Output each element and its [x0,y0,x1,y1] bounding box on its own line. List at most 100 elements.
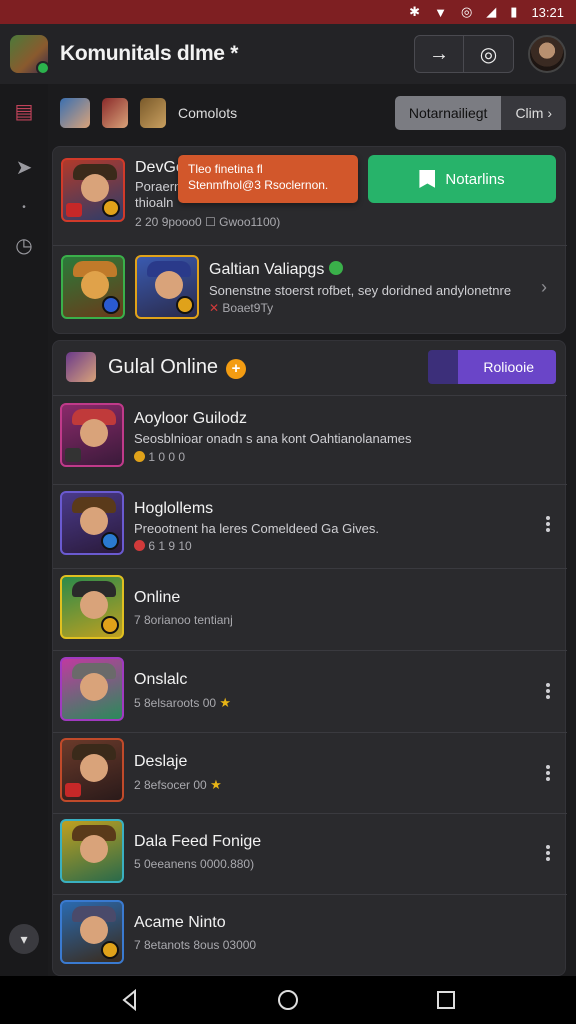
claim-button[interactable]: Clim › [501,96,566,130]
avatar[interactable] [528,35,566,73]
divider [53,894,567,895]
notifications-button-label: Notarlins [445,170,505,188]
row-meta-text: Boaet9Ty [222,301,274,315]
app-title: Komunitals dlme * [60,42,239,65]
forward-button[interactable]: → [414,35,464,73]
filter-avatar-3[interactable] [140,98,166,128]
filter-row: Comolots Notarnailiegt Clim › [60,94,566,132]
more-options-icon[interactable] [542,843,554,863]
row-meta: 2 8efsocer 00 ★ [134,777,222,793]
notification-toast[interactable]: Tleo finetina fl Stenmfhol@3 Rsoclernon. [178,155,358,203]
wifi-icon: ▼ [434,4,447,20]
filter-label: Comolots [178,105,238,121]
filter-avatar-1[interactable] [60,98,90,128]
row-subtitle: Sonenstne stoerst rofbet, sey doridned a… [209,283,512,298]
divider [53,732,567,733]
face-icon [80,419,108,447]
roles-button[interactable]: Roliooie [428,350,556,384]
recents-icon[interactable] [434,988,458,1012]
section-avatar [66,352,96,382]
coin-icon [134,540,145,551]
game-thumbnail[interactable] [61,158,125,222]
game-thumbnail [60,575,124,639]
face-icon [155,271,183,299]
divider [53,650,567,651]
online-badge-icon [36,61,50,75]
toast-line-2: Stenmfhol@3 Rsoclernon. [188,178,329,192]
app-logo [10,35,50,75]
row-meta-text: 6 1 9 10 [148,539,192,553]
more-options-icon[interactable] [542,763,554,783]
game-thumbnail [60,657,124,721]
row-title: Acame Ninto [134,914,226,931]
status-bar: ✱ ▼ ◎ ◢ ▮ 13:21 [0,0,576,24]
face-icon [80,591,108,619]
clock-icon[interactable]: ◷ [12,234,36,258]
row-meta: 6 1 9 10 [134,539,192,553]
face-icon [80,754,108,782]
gem-icon [101,532,119,550]
coin-icon [101,616,119,634]
side-rail: ▤ ➤ • ◷ ▾ [0,84,48,976]
row-meta-text: 2 8efsocer 00 [134,778,207,792]
row-subtitle: Seosblnioar onadn s ana kont Oahtianolan… [134,431,412,446]
game-thumbnail [60,491,124,555]
face-icon [80,835,108,863]
row-subtitle: Poraern [135,179,182,194]
filter-avatar-2[interactable] [102,98,128,128]
row-meta: 2 20 9pooo0 ☐ Gwoo1100) [135,215,281,229]
toast-line-1: Tleo finetina fl [188,162,263,176]
battery-icon: ▮ [510,4,518,19]
game-thumbnail[interactable] [135,255,199,319]
home-icon[interactable] [276,988,300,1012]
star-icon: ★ [210,777,222,792]
row-meta: 1 0 0 0 [134,450,185,464]
send-icon[interactable]: ➤ [12,156,36,180]
star-icon: ★ [219,695,232,710]
row-meta-text: 7 8etanots 8ous 03000 [134,938,257,952]
notifications-tab-button[interactable]: Notarnailiegt [394,96,502,130]
gem-icon [102,296,120,314]
notifications-button[interactable]: Notarlins [368,155,556,203]
face-icon [81,174,109,202]
row-meta: 5 0eeanens 0000.880) [134,857,254,871]
game-thumbnail[interactable] [61,255,125,319]
more-options-icon[interactable] [542,514,554,534]
face-icon [80,916,108,944]
row-meta-text: 1 0 0 0 [148,450,186,464]
coin-icon [134,451,145,462]
game-thumbnail [60,738,124,802]
row-title: Online [134,589,181,606]
coin-icon [176,296,194,314]
row-subtitle-2: thioaln [135,195,174,210]
row-meta-text: 5 0eeanens 0000.880) [134,857,255,871]
face-icon [80,673,108,701]
level-tag-icon [65,783,81,797]
game-thumbnail [60,819,124,883]
arrow-right-icon: → [429,42,449,65]
system-nav-bar [0,976,576,1024]
row-title: Onslalc [134,671,188,688]
chat-button[interactable]: ◎ [464,35,514,73]
coin-icon [102,199,120,217]
face-icon [81,271,109,299]
row-title: Dala Feed Fonige [134,833,262,850]
calendar-icon[interactable]: ▤ [12,100,36,124]
chat-icon: ◎ [479,43,498,66]
plus-icon[interactable]: + [226,359,246,379]
chevron-right-icon: › [547,105,552,121]
row-title: Deslaje [134,753,188,770]
app-bar: Komunitals dlme * → ◎ [0,24,576,84]
game-thumbnail [60,900,124,964]
chevron-down-icon[interactable]: ▾ [9,924,39,954]
divider [53,568,567,569]
level-tag-icon [65,448,81,462]
back-icon[interactable] [118,988,142,1012]
section-title: Gulal Online [108,356,219,378]
divider [53,813,567,814]
more-options-icon[interactable] [542,681,554,701]
divider [53,245,567,246]
coin-icon [101,941,119,959]
signal-icon: ◢ [486,4,497,19]
chevron-right-icon[interactable]: › [541,277,547,298]
